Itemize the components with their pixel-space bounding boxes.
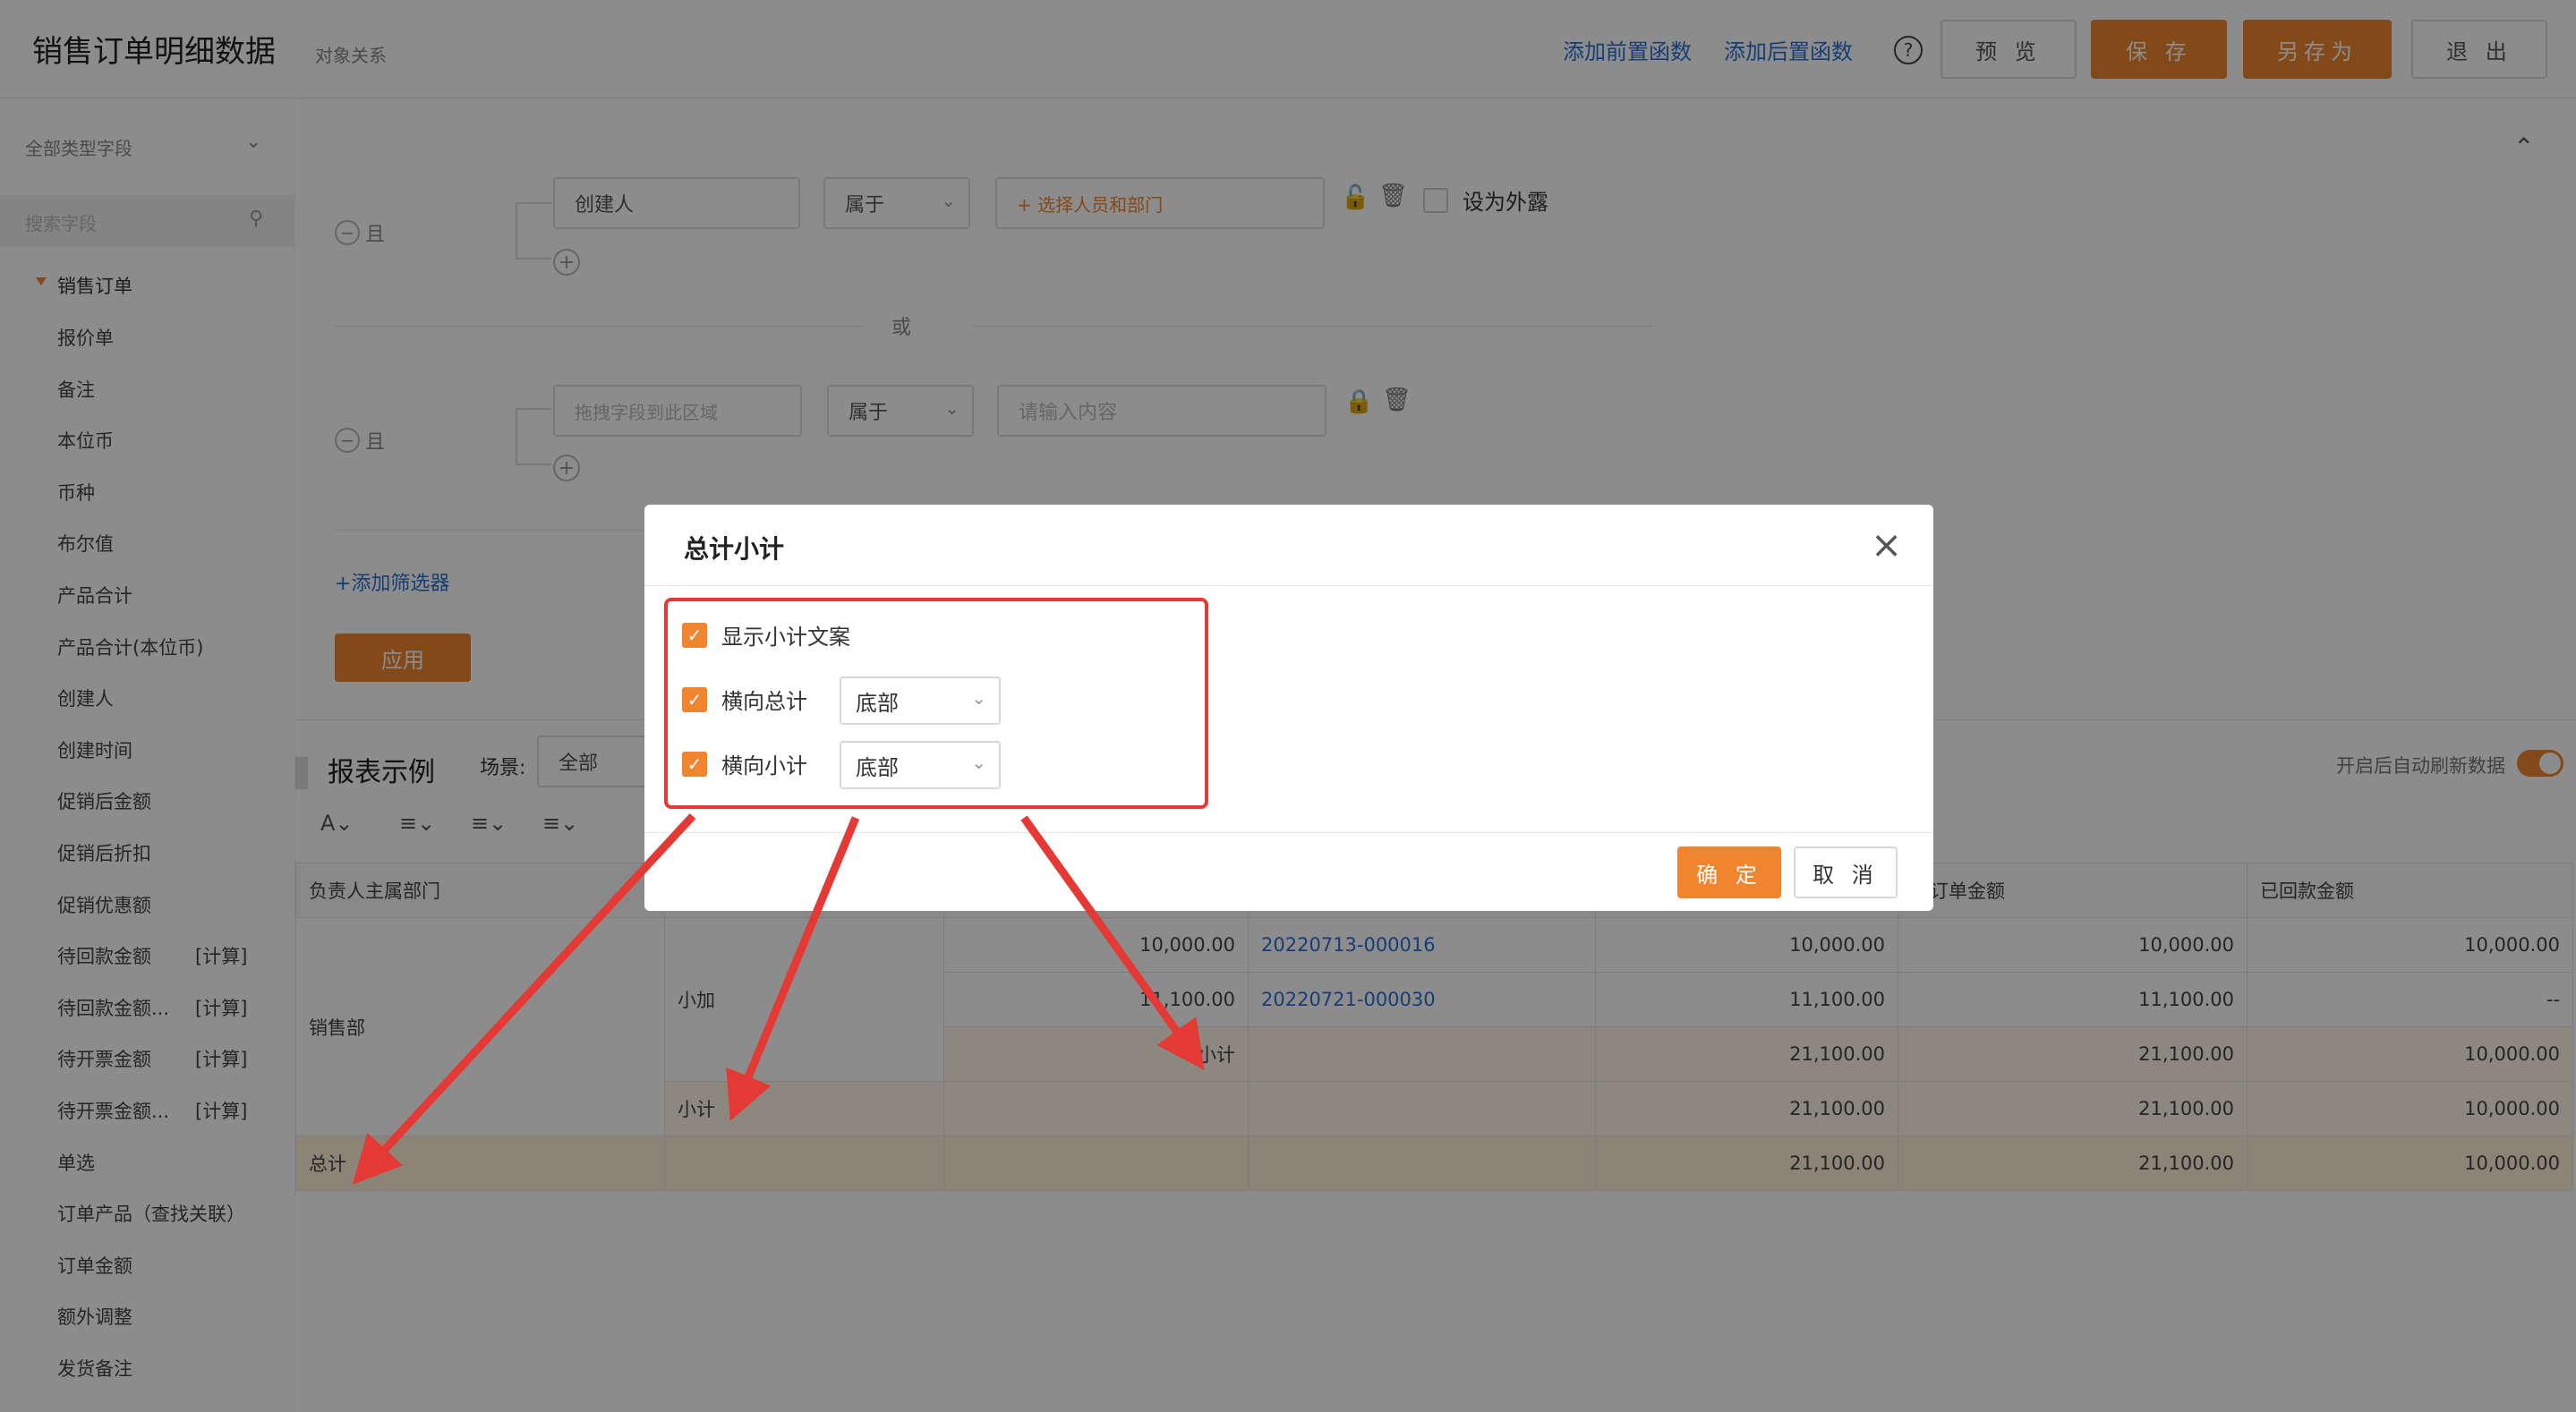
- arrow-to-total-row: [352, 812, 696, 1185]
- annotation-arrows: [352, 812, 1205, 1185]
- arrow-to-outer-subtotal: [726, 816, 860, 1121]
- arrow-to-inner-subtotal: [1020, 815, 1205, 1070]
